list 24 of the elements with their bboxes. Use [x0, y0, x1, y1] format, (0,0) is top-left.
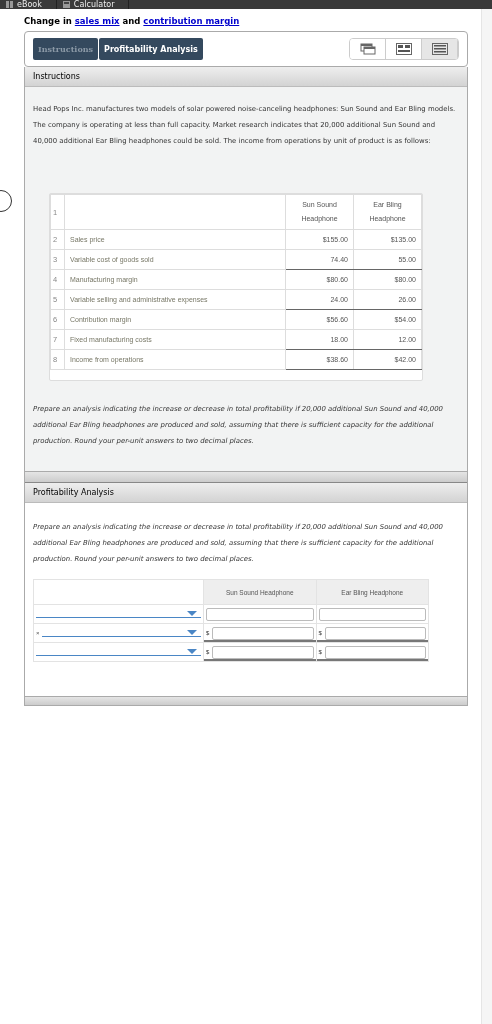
tab[interactable]: Profitability Analysis [99, 38, 203, 60]
book-icon [6, 1, 13, 8]
link[interactable]: contribution margin [143, 16, 240, 26]
toolbar-tab[interactable]: Calculator [73, 0, 115, 9]
input-field[interactable] [324, 645, 426, 659]
caret-icon [187, 611, 197, 616]
input-field[interactable] [212, 626, 314, 640]
input-field[interactable] [212, 645, 314, 659]
caret-icon [187, 649, 197, 654]
section-header: Profitability Analysis [25, 483, 467, 503]
windows-icon [359, 43, 376, 55]
dropdown[interactable] [36, 648, 201, 656]
toolbar-tab[interactable]: eBook [17, 0, 42, 9]
input-field[interactable] [324, 626, 426, 640]
view-button[interactable] [422, 39, 458, 59]
section-header: Instructions [25, 67, 467, 87]
page-title: Change in sales mix and contribution margin [24, 16, 240, 26]
dropdown[interactable] [36, 610, 201, 618]
caret-icon [187, 630, 197, 635]
link[interactable]: sales mix [74, 16, 120, 26]
split-view-icon [395, 43, 412, 55]
list-view-icon [431, 43, 448, 55]
view-button[interactable] [350, 39, 386, 59]
dropdown[interactable] [41, 629, 201, 637]
